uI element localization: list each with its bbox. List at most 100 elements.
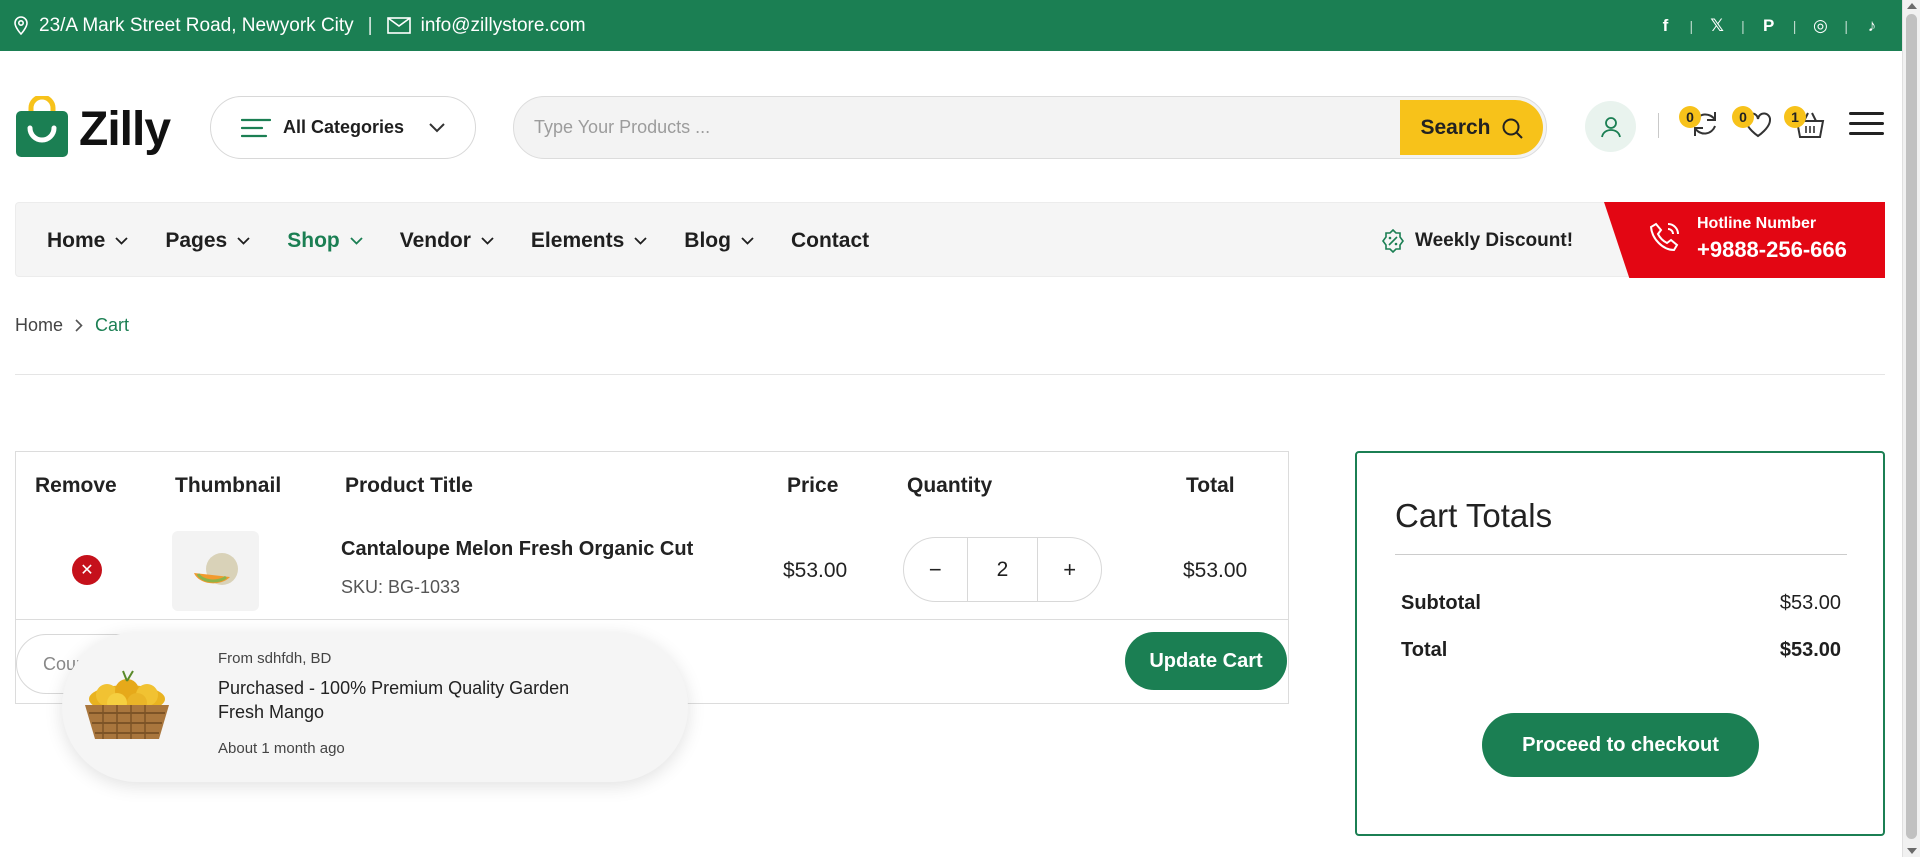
user-icon <box>1600 116 1622 138</box>
line-total: $53.00 <box>1183 559 1248 582</box>
hotline-label: Hotline Number <box>1697 215 1817 232</box>
toast-product: Purchased - 100% Premium Quality Garden … <box>218 678 570 722</box>
total-row: Total $53.00 <box>1401 639 1841 662</box>
nav-item-label: Vendor <box>399 228 471 252</box>
breadcrumb: Home Cart <box>15 315 129 336</box>
search-bar: Search <box>513 96 1547 159</box>
weekly-discount-label: Weekly Discount! <box>1415 229 1574 251</box>
search-button-label: Search <box>1420 115 1491 139</box>
search-input[interactable] <box>534 97 1334 158</box>
hotline-number: +9888-256-666 <box>1697 237 1847 262</box>
phone-icon <box>1649 221 1681 258</box>
mango-basket-image-icon <box>77 667 177 752</box>
chevron-down-icon <box>634 236 647 245</box>
melon-image-icon <box>193 553 238 585</box>
hotline-box[interactable]: Hotline Number +9888-256-666 <box>1604 202 1885 278</box>
scroll-thumb[interactable] <box>1906 14 1917 839</box>
nav-item-contact[interactable]: Contact <box>791 229 869 253</box>
product-thumbnail[interactable] <box>172 531 259 611</box>
wishlist-button[interactable]: 0 <box>1732 106 1773 140</box>
logo[interactable]: Zilly <box>15 94 171 163</box>
menu-line <box>1849 122 1884 125</box>
nav-item-blog[interactable]: Blog <box>684 229 754 253</box>
nav-item-shop[interactable]: Shop <box>287 229 363 253</box>
scroll-up-arrow-icon[interactable] <box>1907 3 1917 9</box>
search-icon <box>1501 117 1523 139</box>
location-pin-icon <box>13 16 31 36</box>
product-price: $53.00 <box>783 559 848 582</box>
nav-item-label: Shop <box>287 228 340 252</box>
all-categories-dropdown[interactable]: All Categories <box>210 96 476 159</box>
main-navigation: Home Pages Shop Vendor Elements Blog Con… <box>15 202 1885 278</box>
hamburger-menu-button[interactable] <box>1849 112 1884 136</box>
breadcrumb-home[interactable]: Home <box>15 315 63 336</box>
cart-totals-title: Cart Totals <box>1395 497 1553 534</box>
nav-item-vendor[interactable]: Vendor <box>400 229 494 253</box>
menu-lines-icon <box>241 118 271 138</box>
quantity-decrease-button[interactable]: − <box>904 557 967 583</box>
logo-text: Zilly <box>79 103 171 156</box>
column-header-remove: Remove <box>35 474 117 497</box>
scrollbar[interactable] <box>1902 0 1920 857</box>
nav-item-label: Home <box>47 228 106 252</box>
all-categories-label: All Categories <box>283 117 405 137</box>
instagram-icon[interactable]: ◎ <box>1810 16 1830 36</box>
menu-line <box>1849 112 1884 115</box>
weekly-discount-link[interactable]: Weekly Discount! <box>1381 203 1573 278</box>
proceed-to-checkout-button[interactable]: Proceed to checkout <box>1482 713 1759 777</box>
column-header-quantity: Quantity <box>907 474 993 497</box>
product-sku: SKU: BG-1033 <box>341 577 461 597</box>
chevron-down-icon <box>115 236 128 245</box>
facebook-icon[interactable]: f <box>1655 16 1675 36</box>
toast-time: About 1 month ago <box>218 740 345 757</box>
chevron-down-icon <box>741 236 754 245</box>
total-value: $53.00 <box>1779 639 1841 661</box>
divider: | <box>1792 17 1797 34</box>
shopping-bag-logo-icon <box>15 94 69 163</box>
tiktok-icon[interactable]: ♪ <box>1862 16 1882 36</box>
nav-item-elements[interactable]: Elements <box>531 229 647 253</box>
topbar-email[interactable]: info@zillystore.com <box>421 15 586 37</box>
basket-icon <box>1795 112 1825 144</box>
scroll-down-arrow-icon[interactable] <box>1907 848 1917 854</box>
column-header-title: Product Title <box>345 474 473 497</box>
divider: | <box>1741 17 1745 34</box>
update-cart-button[interactable]: Update Cart <box>1125 632 1287 690</box>
divider: | <box>1844 17 1848 34</box>
chevron-down-icon <box>481 236 494 245</box>
discount-badge-icon <box>1381 228 1405 253</box>
nav-item-pages[interactable]: Pages <box>165 229 250 253</box>
search-button[interactable]: Search <box>1400 100 1543 155</box>
nav-item-label: Blog <box>684 228 731 252</box>
cart-totals-panel: Cart Totals Subtotal $53.00 Total $53.00… <box>1355 451 1885 836</box>
cart-button[interactable]: 1 <box>1784 106 1825 140</box>
divider <box>16 619 1288 620</box>
chevron-down-icon <box>350 236 363 245</box>
quantity-input[interactable]: 2 <box>966 538 1039 601</box>
menu-line <box>1849 132 1884 135</box>
remove-item-button[interactable]: ✕ <box>72 555 102 585</box>
divider: | <box>1689 17 1694 34</box>
x-icon[interactable]: 𝕏 <box>1707 16 1727 36</box>
compare-button[interactable]: 0 <box>1679 106 1720 140</box>
nav-item-label: Pages <box>165 228 228 252</box>
subtotal-label: Subtotal <box>1401 592 1481 614</box>
pinterest-icon[interactable]: P <box>1759 16 1779 36</box>
topbar-separator: | <box>367 14 373 36</box>
column-header-price: Price <box>787 474 839 497</box>
quantity-increase-button[interactable]: + <box>1038 557 1101 583</box>
chevron-down-icon <box>237 236 250 245</box>
column-header-total: Total <box>1186 474 1235 497</box>
heart-icon <box>1743 112 1773 144</box>
nav-item-label: Elements <box>530 228 625 252</box>
quantity-stepper: − 2 + <box>903 537 1102 602</box>
divider <box>15 374 1885 375</box>
account-button[interactable] <box>1585 101 1636 152</box>
divider <box>1658 113 1659 138</box>
total-label: Total <box>1401 639 1448 661</box>
subtotal-row: Subtotal $53.00 <box>1401 592 1841 615</box>
product-title-link[interactable]: Cantaloupe Melon Fresh Organic Cut <box>341 538 693 561</box>
close-icon: ✕ <box>80 562 94 579</box>
purchase-notification-toast[interactable]: From sdhfdh, BD Purchased - 100% Premium… <box>62 632 688 782</box>
nav-item-home[interactable]: Home <box>47 229 128 253</box>
